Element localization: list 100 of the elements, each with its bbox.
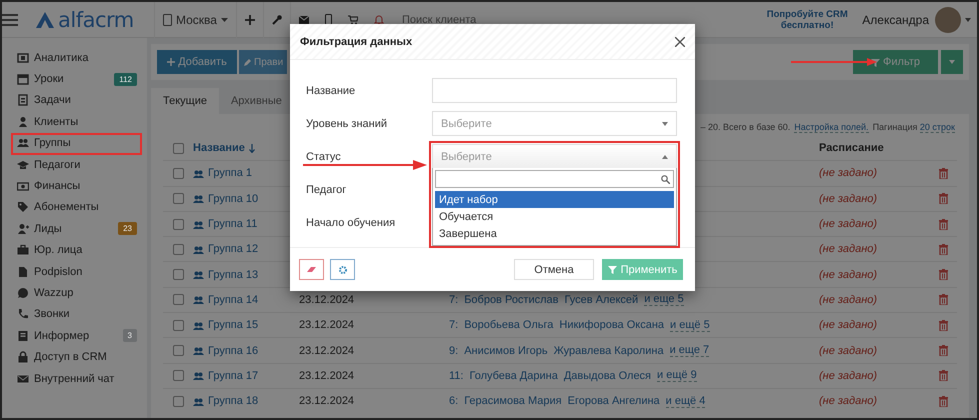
group-link[interactable]: Группа 15: [208, 319, 258, 332]
pagination-link[interactable]: 20 строк: [920, 122, 955, 133]
trash-icon[interactable]: [939, 320, 948, 331]
dropdown-button[interactable]: [941, 50, 963, 74]
sidebar-label[interactable]: Юр. лица: [34, 244, 137, 256]
group-link[interactable]: Группа 18: [208, 395, 258, 408]
cart-icon[interactable]: [348, 14, 358, 24]
student-link[interactable]: Бобров Ростислав: [464, 294, 558, 306]
sidebar-label[interactable]: Абонементы: [34, 201, 137, 214]
sidebar-label[interactable]: Педагоги: [34, 158, 137, 171]
student-link[interactable]: Егорова Ангелина: [568, 395, 660, 408]
user-name[interactable]: Александра: [862, 12, 929, 26]
checkbox[interactable]: [172, 320, 184, 331]
group-link[interactable]: Группа 11: [208, 218, 258, 230]
plus-icon[interactable]: [244, 14, 255, 24]
more-link[interactable]: и ещё 9: [657, 369, 697, 382]
checkbox[interactable]: [172, 370, 184, 382]
close-icon[interactable]: [675, 36, 685, 46]
sidebar-label[interactable]: Клиенты: [34, 116, 137, 128]
cancel-button[interactable]: Отмена: [514, 259, 594, 280]
group-link[interactable]: Группа 16: [208, 344, 258, 357]
sidebar-label[interactable]: Финансы: [34, 180, 137, 192]
checkbox[interactable]: [172, 396, 184, 407]
tab[interactable]: Текущие: [151, 88, 219, 114]
trash-icon[interactable]: [939, 370, 948, 382]
wrench-icon[interactable]: [272, 14, 282, 24]
group-link[interactable]: Группа 10: [208, 192, 258, 205]
dropdown-option[interactable]: Завершена: [435, 225, 674, 242]
checkbox[interactable]: [172, 168, 184, 179]
sidebar-label[interactable]: Wazzup: [34, 286, 137, 299]
checkbox[interactable]: [172, 193, 184, 204]
add-button[interactable]: Добавить: [157, 50, 237, 74]
phone-icon[interactable]: [324, 14, 332, 25]
checkbox[interactable]: [172, 269, 184, 280]
student-link[interactable]: Анисимов Игорь: [464, 344, 548, 357]
sidebar-label[interactable]: Группы: [34, 137, 137, 150]
caret-icon[interactable]: [965, 18, 971, 22]
sort-icon[interactable]: [248, 144, 255, 153]
column-header[interactable]: Название: [193, 142, 245, 154]
filter-button[interactable]: Фильтр: [853, 50, 938, 74]
sidebar-label[interactable]: Уроки: [34, 73, 110, 86]
branch-selector[interactable]: Москва: [163, 12, 228, 26]
avatar[interactable]: [935, 6, 961, 32]
student-link[interactable]: Никифорова Оксана: [559, 319, 664, 332]
people-icon: [193, 244, 204, 254]
group-link[interactable]: Группа 13: [208, 268, 258, 281]
input-field[interactable]: [432, 78, 677, 103]
trash-icon[interactable]: [939, 294, 948, 306]
student-link[interactable]: Давыдова Олеся: [564, 370, 652, 382]
sidebar-label[interactable]: Задачи: [34, 94, 137, 106]
student-link[interactable]: Герасимова Мария: [464, 395, 562, 408]
sidebar-label[interactable]: Звонки: [34, 308, 137, 320]
student-link[interactable]: Гусев Алексей: [564, 294, 638, 306]
sidebar-label[interactable]: Доступ в CRM: [34, 351, 137, 364]
apply-button[interactable]: Применить: [602, 259, 683, 280]
checkbox[interactable]: [172, 244, 184, 255]
trash-icon[interactable]: [939, 396, 948, 407]
fields-link[interactable]: Настройка полей.: [794, 122, 869, 132]
dropdown-option[interactable]: Обучается: [435, 208, 674, 225]
checkbox[interactable]: [172, 294, 184, 306]
trash-icon[interactable]: [939, 193, 948, 204]
tab[interactable]: Архивные: [218, 88, 294, 114]
student-link[interactable]: Голубева Дарина: [469, 370, 558, 382]
checkbox[interactable]: [172, 345, 184, 356]
sidebar-label[interactable]: Информер: [34, 330, 118, 342]
dropdown-option[interactable]: Идет набор: [435, 191, 674, 208]
people-icon: [193, 295, 204, 304]
sidebar-label[interactable]: Podpislon: [34, 266, 137, 278]
menu-icon[interactable]: [2, 14, 18, 26]
group-link[interactable]: Группа 17: [208, 370, 258, 382]
trash-icon[interactable]: [939, 244, 948, 255]
edit-button[interactable]: Прави: [239, 50, 287, 74]
select-field[interactable]: Выберите: [432, 111, 677, 136]
group-link[interactable]: Группа 12: [208, 243, 258, 256]
trash-icon[interactable]: [939, 345, 948, 356]
group-link[interactable]: Группа 14: [208, 294, 258, 306]
search-field[interactable]: Поиск клиента: [392, 14, 562, 26]
mail-icon[interactable]: [298, 16, 309, 24]
settings-button[interactable]: [330, 259, 355, 280]
more-link[interactable]: и еще 5: [644, 293, 684, 306]
search-field[interactable]: [435, 170, 674, 188]
more-link[interactable]: и ещё 5: [670, 318, 710, 332]
trash-icon[interactable]: [939, 269, 948, 280]
clear-button[interactable]: [299, 259, 324, 280]
sidebar-label[interactable]: Аналитика: [34, 52, 137, 64]
trash-icon[interactable]: [939, 168, 948, 179]
checkbox[interactable]: [172, 218, 184, 230]
more-link[interactable]: и ещё 4: [666, 394, 706, 408]
student-link[interactable]: Журавлева Каролина: [554, 344, 664, 357]
group-link[interactable]: Группа 1: [208, 167, 252, 180]
bell-icon[interactable]: [374, 14, 384, 25]
sidebar-label[interactable]: Внутренний чат: [34, 372, 137, 385]
promo-link[interactable]: Попробуйте CRM бесплатно!: [766, 8, 848, 30]
more-link[interactable]: и еще 7: [670, 344, 710, 358]
select-field[interactable]: Выберите: [432, 144, 677, 169]
sidebar-label[interactable]: Лиды: [34, 222, 114, 235]
checkbox[interactable]: [172, 142, 184, 154]
student-link[interactable]: Воробьева Ольга: [464, 319, 554, 332]
document-icon: [17, 266, 29, 278]
trash-icon[interactable]: [939, 218, 948, 230]
